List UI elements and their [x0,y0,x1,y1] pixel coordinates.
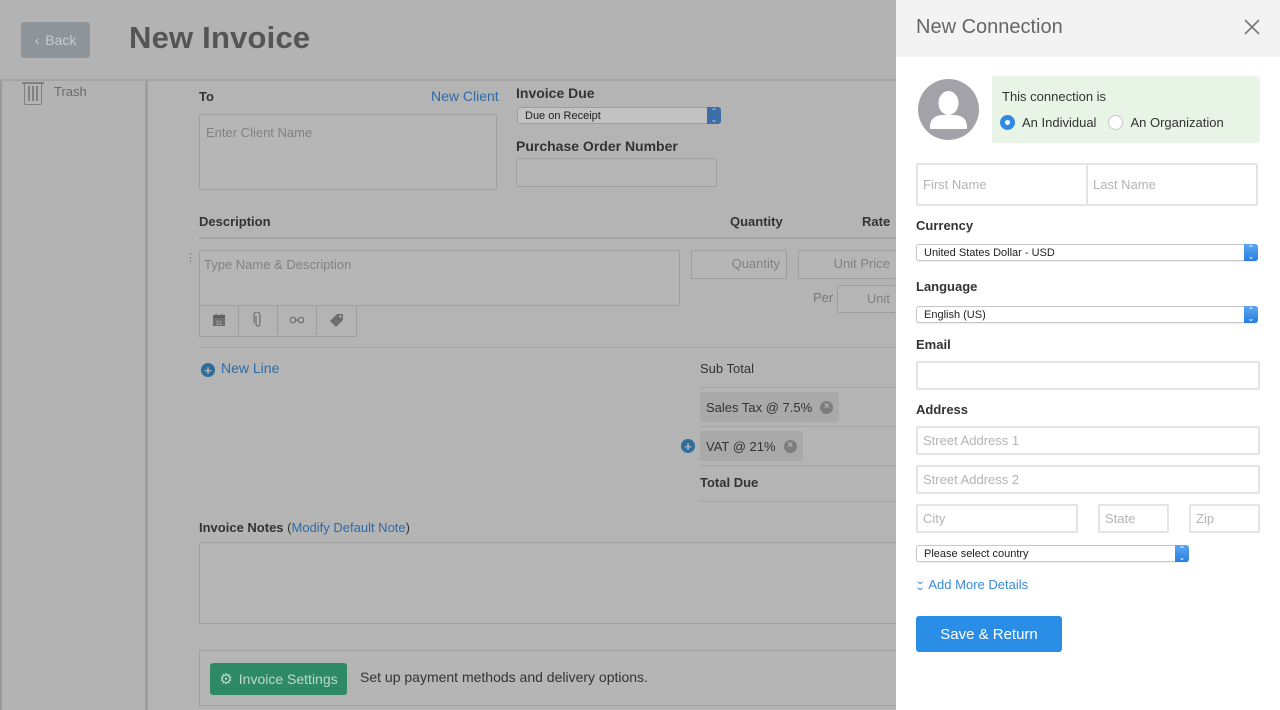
add-more-details-link[interactable]: ⌄ ⌄ Add More Details [914,575,1029,593]
state-input[interactable]: State [1098,504,1169,533]
address-label: Address [916,402,969,417]
column-rate: Rate [862,214,891,229]
modify-default-note-link[interactable]: Modify Default Note [291,520,405,535]
back-button[interactable]: ‹ Back [21,22,90,58]
language-label: Language [916,279,978,294]
connection-type-box: This connection is An Individual An Orga… [992,76,1260,143]
client-name-input[interactable]: Enter Client Name [199,114,497,190]
email-label: Email [916,337,951,352]
invoice-due-select[interactable]: Due on Receipt ⌃ ⌄ [517,107,721,124]
invoice-settings-bar: ⚙ Invoice Settings Set up payment method… [199,650,899,706]
save-return-button[interactable]: Save & Return [916,616,1062,652]
remove-tax-icon[interactable]: × [783,439,797,453]
totals-divider [700,501,896,502]
person-icon [930,91,967,129]
language-select[interactable]: English (US) ⌃ ⌄ [916,306,1258,323]
line-unit-input[interactable]: Unit [837,285,896,313]
column-description: Description [199,214,271,229]
select-arrows-icon: ⌃ ⌄ [1175,545,1189,562]
select-arrows-icon: ⌃ ⌄ [1244,244,1258,261]
chevron-left-icon: ‹ [34,32,40,48]
street-address-2-input[interactable]: Street Address 2 [916,465,1260,494]
link-icon[interactable] [278,305,317,335]
add-line-plus-icon[interactable]: + [201,363,215,377]
invoice-form: To New Client Enter Client Name Invoice … [151,81,899,710]
po-number-input[interactable] [516,158,717,187]
language-value: English (US) [924,308,986,321]
radio-individual[interactable] [1000,115,1015,130]
currency-label: Currency [916,218,974,233]
currency-value: United States Dollar - USD [924,246,1055,259]
total-due-label: Total Due [700,475,759,490]
line-divider [199,347,896,348]
invoice-settings-description: Set up payment methods and delivery opti… [360,669,648,685]
currency-select[interactable]: United States Dollar - USD ⌃ ⌄ [916,244,1258,261]
per-label: Per [813,290,834,305]
city-input[interactable]: City [916,504,1078,533]
invoice-notes-textarea[interactable] [199,542,899,624]
add-tax-plus-icon[interactable]: + [681,439,695,453]
back-label: Back [45,32,77,48]
select-arrows-icon: ⌃ ⌄ [1244,306,1258,323]
connection-type-options: An Individual An Organization [1000,115,1224,130]
radio-individual-label[interactable]: An Individual [1022,115,1096,130]
new-line-link[interactable]: New Line [221,360,279,376]
sidebar-item-trash[interactable]: Trash [22,81,87,105]
new-client-link[interactable]: New Client [431,88,499,104]
column-divider [199,237,896,239]
line-tools: 31 [199,305,357,337]
radio-organization-label[interactable]: An Organization [1130,115,1223,130]
gear-icon: ⚙ [219,671,233,688]
avatar[interactable] [918,79,979,140]
remove-tax-icon[interactable]: × [820,400,834,414]
drawer-header: New Connection [896,0,1280,57]
calendar-day: 31 [216,321,223,327]
select-arrows-icon: ⌃ ⌄ [707,107,721,124]
calendar-icon[interactable]: 31 [200,305,239,335]
country-select[interactable]: Please select country ⌃ ⌄ [916,545,1189,562]
invoice-notes-label: Invoice Notes [199,520,284,535]
radio-organization[interactable] [1108,115,1124,130]
invoice-due-value: Due on Receipt [525,109,601,122]
totals-divider [700,387,896,388]
page-title: New Invoice [129,20,311,55]
double-chevron-down-icon: ⌄ ⌄ [914,575,926,593]
trash-icon [22,82,44,105]
sub-total-label: Sub Total [700,361,754,376]
connection-type-prompt: This connection is [1002,89,1107,104]
to-label: To [199,89,214,104]
invoice-due-label: Invoice Due [516,85,595,101]
po-number-label: Purchase Order Number [516,138,678,154]
tax-label: Sales Tax @ 7.5% [706,399,813,415]
country-value: Please select country [924,547,1029,560]
totals-divider [700,426,896,427]
add-more-details-label: Add More Details [928,577,1029,592]
tax-label: VAT @ 21% [706,438,776,454]
tax-chip-sales: Sales Tax @ 7.5% × [700,392,840,422]
street-address-1-input[interactable]: Street Address 1 [916,426,1260,455]
line-description-input[interactable]: Type Name & Description [199,250,680,306]
sidebar-item-label: Trash [54,83,87,99]
zip-input[interactable]: Zip [1189,504,1260,533]
line-quantity-input[interactable]: Quantity [691,250,787,279]
sidebar: Trash [2,81,148,710]
first-name-input[interactable]: First Name [916,163,1088,206]
close-icon[interactable] [1242,16,1262,38]
line-unit-price-input[interactable]: Unit Price [798,250,896,279]
last-name-input[interactable]: Last Name [1086,163,1258,206]
tax-chip-vat: VAT @ 21% × [700,431,803,461]
tag-icon[interactable] [317,305,356,335]
totals-divider [700,465,896,466]
invoice-settings-label: Invoice Settings [238,671,338,687]
column-quantity: Quantity [730,214,783,229]
paperclip-icon[interactable] [239,305,278,335]
email-input[interactable] [916,361,1260,390]
new-connection-drawer: New Connection This connection is An Ind… [896,0,1280,710]
invoice-settings-button[interactable]: ⚙ Invoice Settings [210,663,347,695]
drawer-title: New Connection [916,16,1063,38]
invoice-notes-heading: Invoice Notes (Modify Default Note) [199,520,410,535]
